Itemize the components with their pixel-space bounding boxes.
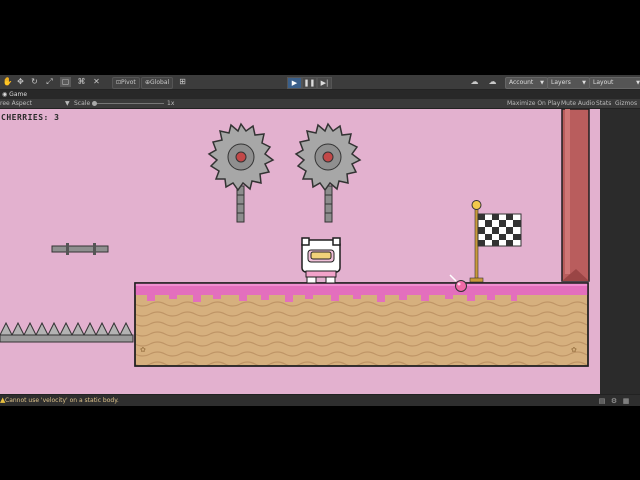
layout-icon[interactable]: ▦ [622, 397, 630, 405]
wall-pillar [561, 109, 590, 282]
game-view-toolbar: ree Aspect ▼ Scale 1x Maximize On Play M… [0, 99, 640, 109]
step-icon: ▶| [320, 79, 329, 87]
move-icon[interactable]: ✥ [15, 77, 26, 87]
layout-dropdown[interactable]: Layout ▼ [589, 77, 640, 89]
pivot-toggle[interactable]: ⊡Pivot [112, 77, 140, 89]
warning-icon: ▲ [0, 396, 6, 404]
chevron-down-icon: ▼ [636, 80, 640, 86]
layers-dropdown[interactable]: Layers ▼ [547, 77, 590, 89]
saw-blade-hazard [208, 123, 274, 223]
collab-icon[interactable]: ☁ [487, 77, 498, 87]
checkpoint-flag [469, 200, 522, 283]
chevron-down-icon: ▼ [582, 80, 586, 86]
player-character [301, 237, 341, 284]
ground-platform: ✿ ✿ [134, 282, 589, 367]
svg-text:✿: ✿ [140, 346, 146, 354]
svg-text:✿: ✿ [571, 346, 577, 354]
custom-tool-icon[interactable]: ✕ [91, 77, 102, 87]
play-button[interactable]: ▶ [287, 77, 302, 89]
mute-audio-toggle[interactable]: Mute Audio [561, 99, 595, 108]
grid-snap-icon[interactable]: ⊞ [177, 77, 188, 87]
scale-slider-handle[interactable] [92, 101, 97, 106]
unity-editor: ✋ ✥ ↻ ⤢ ▢ ⌘ ✕ ⊡Pivot ⊕Global ⊞ ▶ ❚❚ ▶| ☁… [0, 75, 640, 406]
game-viewport[interactable]: CHERRIES: 3 ✿ ✿ [0, 109, 600, 394]
rotate-icon[interactable]: ↻ [29, 77, 40, 87]
tab-bar: ◉ Game [0, 90, 640, 99]
settings-icon[interactable]: ⚙ [610, 397, 618, 405]
pause-icon: ❚❚ [303, 79, 316, 87]
game-icon: ◉ [2, 91, 8, 98]
scale-value: 1x [167, 100, 175, 107]
spike-row-hazard [0, 321, 134, 343]
gizmos-dropdown[interactable]: Gizmos [615, 99, 637, 108]
aspect-dropdown[interactable]: ree Aspect [0, 99, 32, 108]
main-toolbar: ✋ ✥ ↻ ⤢ ▢ ⌘ ✕ ⊡Pivot ⊕Global ⊞ ▶ ❚❚ ▶| ☁… [0, 75, 640, 90]
chevron-down-icon: ▼ [65, 100, 70, 107]
status-bar: ▲ Cannot use 'velocity' on a static body… [0, 394, 640, 406]
console-icon[interactable]: ▤ [598, 397, 606, 405]
console-message[interactable]: Cannot use 'velocity' on a static body. [5, 395, 119, 406]
tab-game[interactable]: ◉ Game [0, 90, 27, 99]
pause-button[interactable]: ❚❚ [302, 77, 317, 89]
maximize-on-play-toggle[interactable]: Maximize On Play [507, 99, 560, 108]
stats-toggle[interactable]: Stats [596, 99, 611, 108]
account-dropdown[interactable]: Account ▼ [505, 77, 548, 89]
saw-blade-hazard [295, 123, 361, 223]
transform-icon[interactable]: ⌘ [76, 77, 87, 87]
scale-label: Scale [74, 100, 91, 107]
chevron-down-icon: ▼ [540, 80, 544, 86]
game-scene: ✿ ✿ [0, 109, 590, 367]
scale-slider-track[interactable] [94, 103, 164, 104]
rect-tool-icon[interactable]: ▢ [60, 77, 71, 87]
cloud-icon[interactable]: ☁ [469, 77, 480, 87]
scale-icon[interactable]: ⤢ [44, 77, 55, 87]
moving-platform-rail [51, 243, 109, 255]
play-icon: ▶ [291, 79, 298, 87]
step-button[interactable]: ▶| [317, 77, 332, 89]
hand-icon[interactable]: ✋ [2, 77, 13, 87]
global-toggle[interactable]: ⊕Global [141, 77, 174, 89]
